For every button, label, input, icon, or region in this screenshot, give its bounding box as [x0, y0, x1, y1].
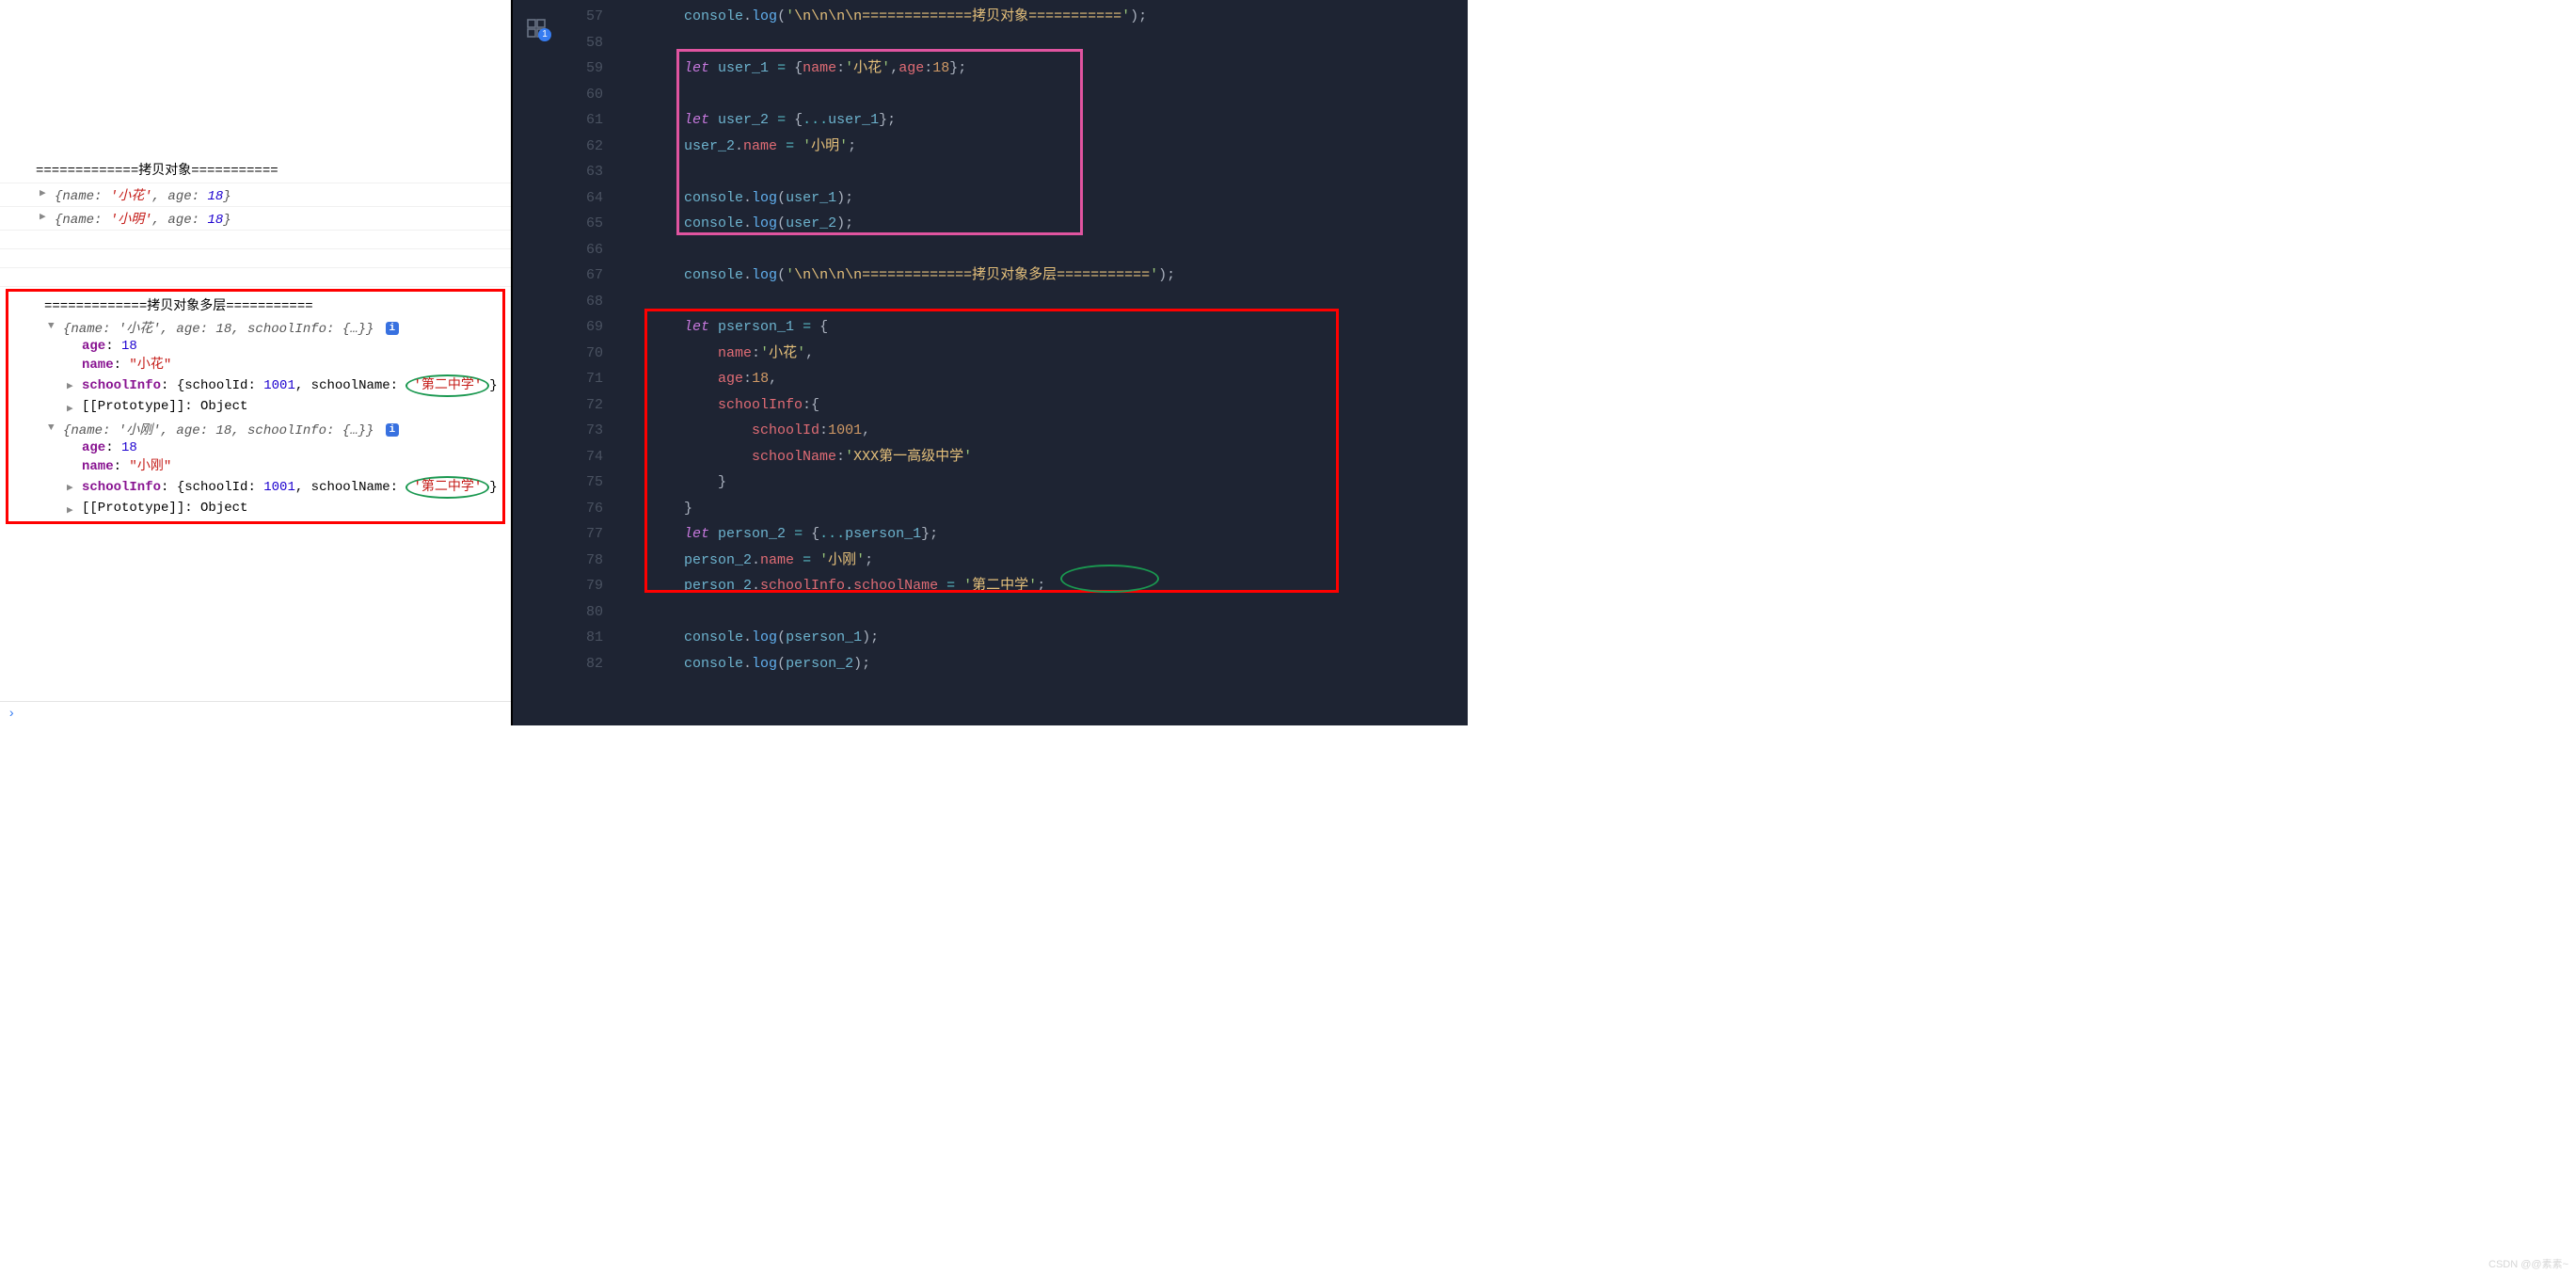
- line-number: 75: [560, 470, 603, 496]
- code-line[interactable]: name:'小花',: [616, 341, 1455, 367]
- collapse-arrow-icon[interactable]: [48, 422, 55, 434]
- line-number: 61: [560, 107, 603, 134]
- expand-arrow-icon[interactable]: [67, 400, 73, 419]
- code-line[interactable]: console.log(pserson_1);: [616, 625, 1455, 651]
- console-object-collapsed-1[interactable]: {name: '小花', age: 18}: [0, 183, 511, 207]
- code-line[interactable]: schoolId:1001,: [616, 418, 1455, 444]
- line-number: 71: [560, 366, 603, 392]
- expand-arrow-icon[interactable]: [67, 502, 73, 520]
- line-number: 69: [560, 314, 603, 341]
- line-number: 72: [560, 392, 603, 419]
- object-summary[interactable]: {name: '小花', age: 18, schoolInfo: {…}}: [63, 322, 374, 337]
- code-line[interactable]: [616, 289, 1455, 315]
- line-number: 58: [560, 30, 603, 56]
- code-line[interactable]: person_2.schoolInfo.schoolName = '第二中学';: [616, 573, 1455, 599]
- object-summary[interactable]: {name: '小刚', age: 18, schoolInfo: {…}}: [63, 423, 374, 438]
- green-circle-highlight: '第二中学': [405, 374, 489, 397]
- code-line[interactable]: [616, 30, 1455, 56]
- code-editor-panel: 1 57585960616263646566676869707172737475…: [513, 0, 1468, 725]
- blank-line: [0, 268, 511, 287]
- expanded-object-1: age: 18 name: "小花" schoolInfo: {schoolId…: [8, 337, 502, 416]
- extensions-icon[interactable]: 1: [525, 17, 548, 40]
- code-line[interactable]: [616, 159, 1455, 185]
- line-number: 76: [560, 496, 603, 522]
- code-line[interactable]: console.log('\n\n\n\n=============拷贝对象==…: [616, 4, 1455, 30]
- line-number: 67: [560, 263, 603, 289]
- console-output[interactable]: =============拷贝对象=========== {name: '小花'…: [0, 0, 511, 701]
- line-number: 82: [560, 651, 603, 677]
- console-input[interactable]: ›: [0, 701, 511, 725]
- activity-bar: 1: [513, 0, 560, 725]
- expand-arrow-icon[interactable]: [40, 186, 46, 199]
- minimap[interactable]: [1455, 0, 1468, 725]
- code-line[interactable]: let pserson_1 = {: [616, 314, 1455, 341]
- line-number: 70: [560, 341, 603, 367]
- line-number: 57: [560, 4, 603, 30]
- line-number: 80: [560, 599, 603, 626]
- expand-arrow-icon[interactable]: [67, 377, 73, 396]
- collapse-arrow-icon[interactable]: [48, 321, 55, 332]
- line-number: 81: [560, 625, 603, 651]
- line-number: 60: [560, 82, 603, 108]
- info-badge-icon[interactable]: i: [386, 423, 399, 437]
- line-number: 73: [560, 418, 603, 444]
- code-line[interactable]: console.log(person_2);: [616, 651, 1455, 677]
- console-red-highlight-box: =============拷贝对象多层=========== {name: '小…: [6, 289, 505, 524]
- code-line[interactable]: schoolName:'XXX第一高级中学': [616, 444, 1455, 470]
- devtools-console-panel: =============拷贝对象=========== {name: '小花'…: [0, 0, 513, 725]
- line-number: 78: [560, 548, 603, 574]
- code-line[interactable]: let user_1 = {name:'小花',age:18};: [616, 56, 1455, 82]
- code-line[interactable]: age:18,: [616, 366, 1455, 392]
- code-content[interactable]: console.log('\n\n\n\n=============拷贝对象==…: [616, 0, 1455, 725]
- code-line[interactable]: console.log(user_2);: [616, 211, 1455, 237]
- code-line[interactable]: user_2.name = '小明';: [616, 134, 1455, 160]
- console-log-header-1: =============拷贝对象===========: [0, 160, 511, 183]
- code-line[interactable]: }: [616, 470, 1455, 496]
- code-line[interactable]: console.log(user_1);: [616, 185, 1455, 212]
- console-prompt-icon: ›: [8, 707, 15, 722]
- activity-badge: 1: [538, 28, 551, 41]
- line-number: 59: [560, 56, 603, 82]
- console-log-header-2: =============拷贝对象多层===========: [8, 295, 502, 318]
- code-line[interactable]: let person_2 = {...pserson_1};: [616, 521, 1455, 548]
- code-line[interactable]: schoolInfo:{: [616, 392, 1455, 419]
- blank-line: [0, 249, 511, 268]
- expand-arrow-icon[interactable]: [67, 479, 73, 498]
- line-number: 65: [560, 211, 603, 237]
- line-number: 66: [560, 237, 603, 263]
- expanded-object-2: age: 18 name: "小刚" schoolInfo: {schoolId…: [8, 438, 502, 518]
- code-line[interactable]: [616, 82, 1455, 108]
- green-circle-highlight: '第二中学': [405, 476, 489, 499]
- code-line[interactable]: let user_2 = {...user_1};: [616, 107, 1455, 134]
- expand-arrow-icon[interactable]: [40, 210, 46, 223]
- line-number: 62: [560, 134, 603, 160]
- line-number: 79: [560, 573, 603, 599]
- console-object-collapsed-2[interactable]: {name: '小明', age: 18}: [0, 207, 511, 231]
- code-line[interactable]: }: [616, 496, 1455, 522]
- line-number: 77: [560, 521, 603, 548]
- blank-line: [0, 231, 511, 249]
- line-number: 64: [560, 185, 603, 212]
- line-number: 63: [560, 159, 603, 185]
- line-number: 68: [560, 289, 603, 315]
- code-line[interactable]: [616, 599, 1455, 626]
- code-line[interactable]: console.log('\n\n\n\n=============拷贝对象多层…: [616, 263, 1455, 289]
- code-line[interactable]: person_2.name = '小刚';: [616, 548, 1455, 574]
- line-number-gutter: 5758596061626364656667686970717273747576…: [560, 0, 616, 725]
- watermark-text: CSDN @@素素~: [2489, 1256, 2568, 1271]
- code-line[interactable]: [616, 237, 1455, 263]
- line-number: 74: [560, 444, 603, 470]
- info-badge-icon[interactable]: i: [386, 322, 399, 335]
- editor-area[interactable]: 5758596061626364656667686970717273747576…: [560, 0, 1468, 725]
